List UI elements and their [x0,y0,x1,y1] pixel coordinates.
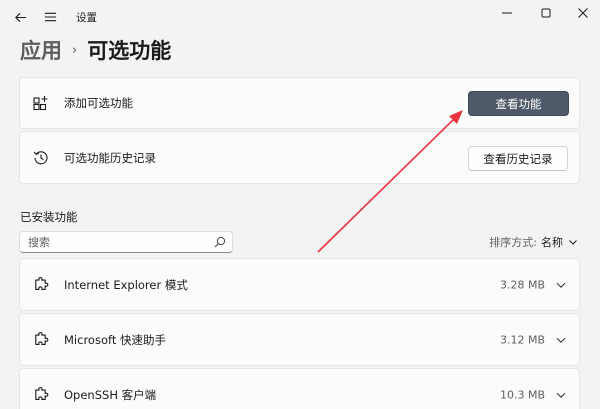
back-button[interactable] [8,5,32,29]
breadcrumb: 应用 › 可选功能 [20,34,171,66]
settings-window: 设置 应用 › 可选功能 添加可选功能 查看功能 可选功能历史记录 查看历史记录… [0,0,600,409]
sort-label: 排序方式: [489,236,537,249]
puzzle-icon [33,386,51,404]
feature-name: Microsoft 快速助手 [64,332,166,347]
add-feature-icon [32,94,50,112]
view-features-button[interactable]: 查看功能 [468,91,569,116]
feature-size: 3.12 MB [499,333,545,346]
history-icon [32,149,50,167]
navigation-menu-button[interactable] [38,5,62,29]
search-input[interactable] [20,232,210,252]
chevron-down-icon[interactable] [568,237,578,247]
window-title: 设置 [76,12,97,24]
feature-name: OpenSSH 客户端 [64,387,157,402]
breadcrumb-separator: › [72,42,78,58]
chevron-down-icon[interactable] [555,334,567,346]
sort-dropdown[interactable]: 排序方式: 名称 [489,234,578,250]
back-arrow-icon [14,12,26,22]
add-feature-label: 添加可选功能 [64,96,133,110]
maximize-icon [541,8,551,18]
list-item[interactable]: Microsoft 快速助手 3.12 MB [19,313,580,366]
minimize-icon [502,12,512,14]
feature-size: 10.3 MB [499,388,545,401]
maximize-button[interactable] [531,2,561,24]
feature-size: 3.28 MB [499,278,545,291]
minimize-button[interactable] [492,2,522,24]
list-item[interactable]: Internet Explorer 模式 3.28 MB [19,258,580,311]
title-bar: 设置 [0,0,600,34]
search-box[interactable] [19,231,233,253]
feature-history-label: 可选功能历史记录 [64,150,156,165]
page-title: 可选功能 [87,39,172,63]
puzzle-icon [33,331,51,349]
list-item[interactable]: OpenSSH 客户端 10.3 MB [19,368,580,409]
close-icon [578,8,588,18]
add-feature-card: 添加可选功能 查看功能 [19,77,580,129]
hamburger-icon [44,12,56,22]
chevron-down-icon[interactable] [555,279,567,291]
chevron-down-icon[interactable] [555,389,567,401]
feature-name: Internet Explorer 模式 [64,277,188,292]
sort-value[interactable]: 名称 [541,234,563,250]
installed-features-heading: 已安装功能 [20,210,78,224]
search-icon[interactable] [214,236,226,248]
breadcrumb-apps-link[interactable]: 应用 [20,35,62,65]
close-button[interactable] [568,2,598,24]
view-history-button[interactable]: 查看历史记录 [468,146,568,171]
puzzle-icon [33,276,51,294]
feature-history-card: 可选功能历史记录 查看历史记录 [19,131,580,184]
